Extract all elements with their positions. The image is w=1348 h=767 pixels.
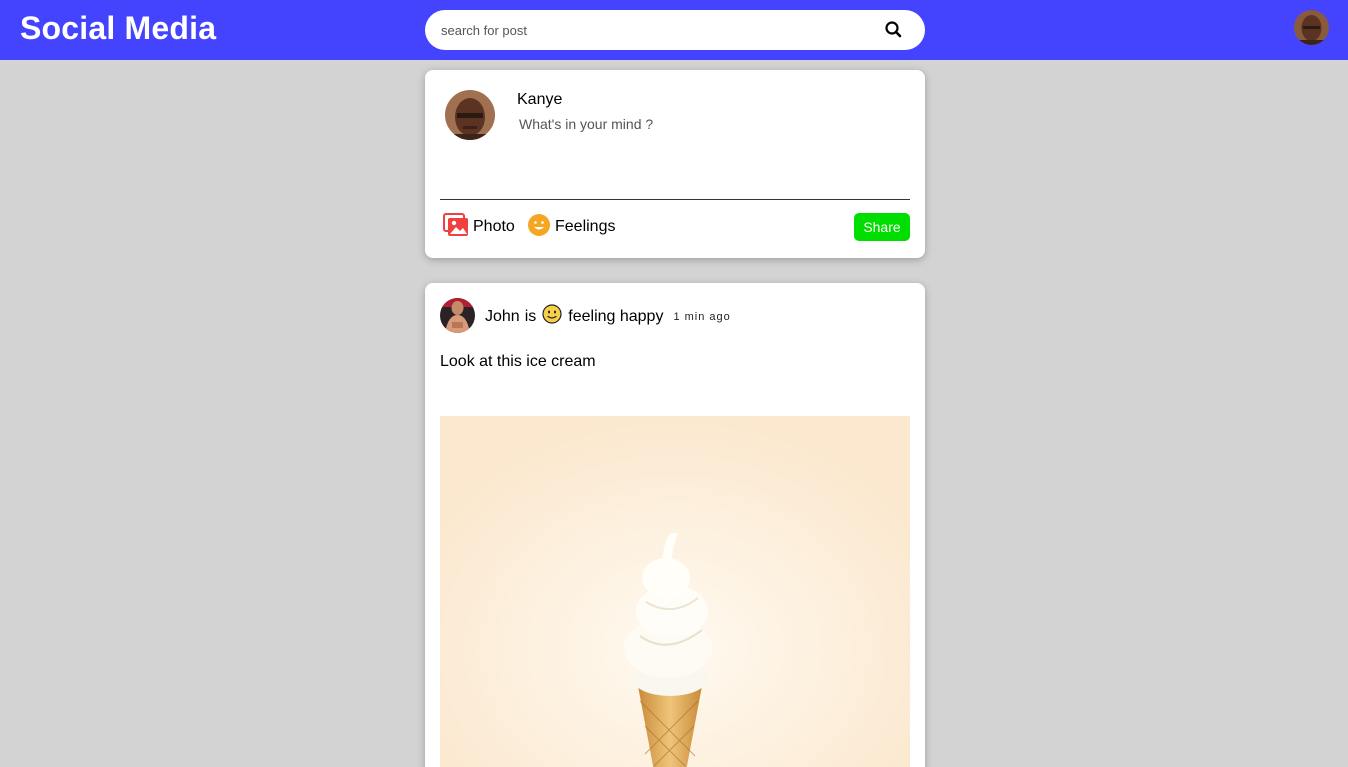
- photo-label: Photo: [473, 218, 515, 235]
- search-bar: [425, 10, 925, 50]
- feelings-option[interactable]: Feelings: [527, 213, 615, 241]
- post-composer: Kanye Photo Feelings Share: [425, 70, 925, 258]
- composer-user-name: Kanye: [517, 91, 563, 108]
- smiley-icon: [527, 213, 555, 242]
- post-image: [440, 416, 910, 767]
- feelings-label: Feelings: [555, 218, 616, 235]
- search-icon[interactable]: [883, 19, 905, 41]
- brand-title: Social Media: [20, 10, 217, 46]
- top-navbar: Social Media: [0, 0, 1348, 60]
- post-text-input[interactable]: [517, 114, 897, 184]
- photo-option[interactable]: Photo: [443, 212, 515, 242]
- photo-icon: [443, 212, 473, 242]
- post-verb: is: [524, 307, 537, 325]
- post-author-avatar[interactable]: [440, 298, 475, 333]
- composer-divider: [440, 199, 910, 200]
- post-header: John is feeling happy 1 min ago: [485, 304, 731, 329]
- post-author-name[interactable]: John: [485, 308, 520, 326]
- composer-avatar: [445, 90, 495, 140]
- share-button[interactable]: Share: [854, 213, 910, 241]
- post-body-text: Look at this ice cream: [440, 353, 596, 370]
- post-feeling: feeling happy: [568, 307, 664, 325]
- slightly-smiling-face-icon: [542, 304, 562, 329]
- post-timestamp: 1 min ago: [673, 310, 731, 323]
- search-input[interactable]: [441, 10, 861, 50]
- post-card: John is feeling happy 1 min ago Look at …: [425, 283, 925, 767]
- user-avatar[interactable]: [1294, 10, 1329, 45]
